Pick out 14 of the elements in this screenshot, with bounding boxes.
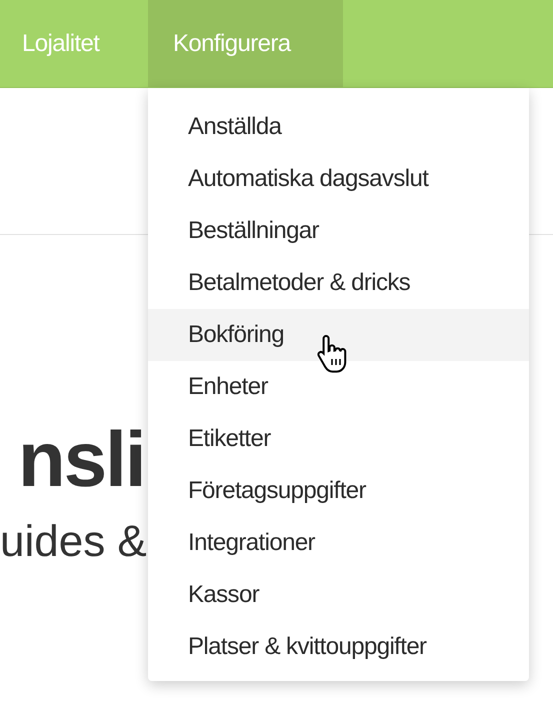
menu-item[interactable]: Integrationer [148, 517, 529, 569]
menu-item[interactable]: Betalmetoder & dricks [148, 257, 529, 309]
menu-item[interactable]: Automatiska dagsavslut [148, 153, 529, 205]
hero-title: nsli [17, 420, 145, 498]
menu-item[interactable]: Enheter [148, 361, 529, 413]
menu-item[interactable]: Anställda [148, 101, 529, 153]
menu-item[interactable]: Företagsuppgifter [148, 465, 529, 517]
menu-item[interactable]: Beställningar [148, 205, 529, 257]
menu-item[interactable]: Platser & kvittouppgifter [148, 621, 529, 673]
hand-cursor-icon [316, 333, 348, 375]
menu-item[interactable]: Bokföring [148, 309, 529, 361]
hero-subtitle: uides & [0, 520, 147, 564]
menu-item[interactable]: Kassor [148, 569, 529, 621]
menu-item[interactable]: Etiketter [148, 413, 529, 465]
